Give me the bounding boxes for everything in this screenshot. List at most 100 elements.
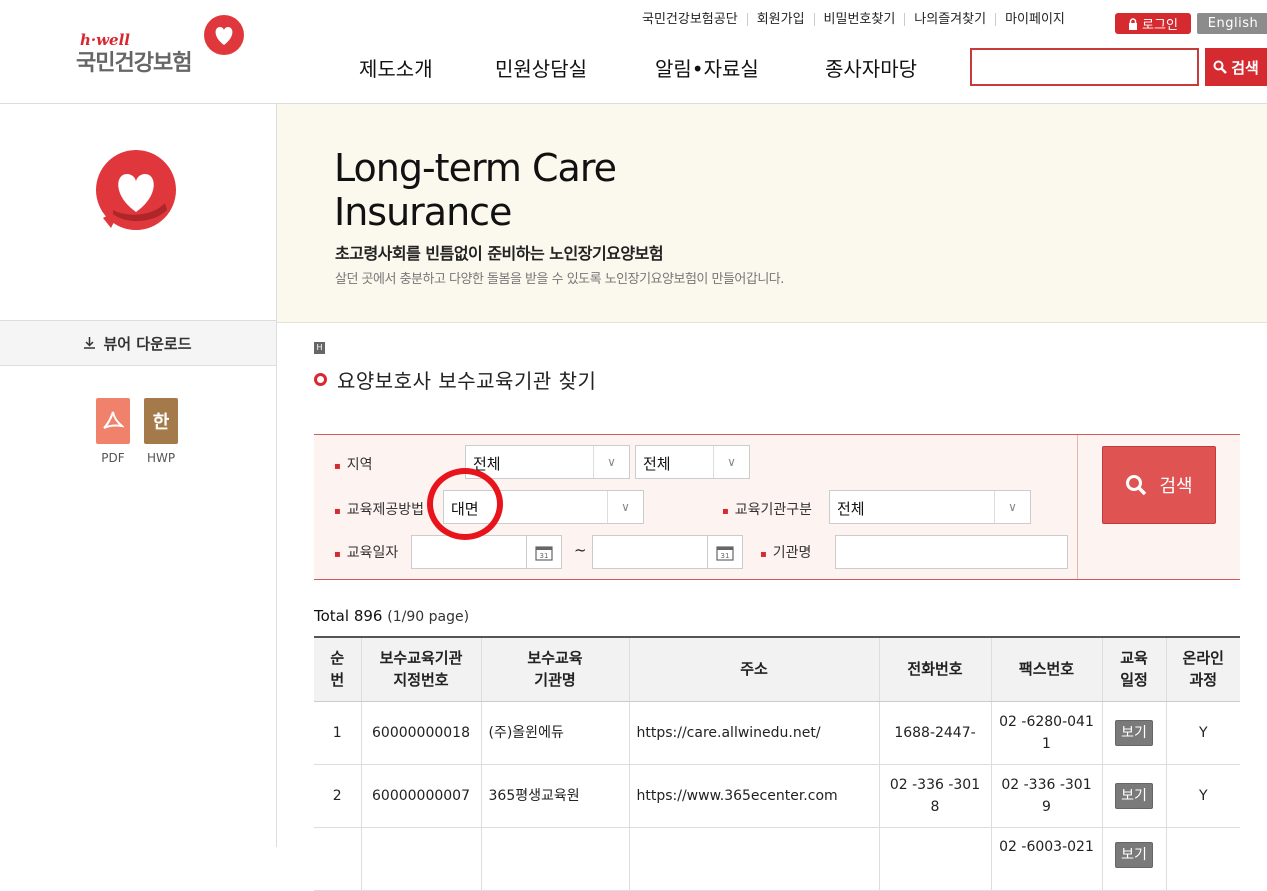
cell-address: https://www.365ecenter.com bbox=[628, 764, 879, 828]
util-link-nhis[interactable]: 국민건강보험공단 bbox=[633, 13, 748, 26]
institution-name-label: 기관명 bbox=[760, 542, 812, 562]
col-header-no: 순번 bbox=[314, 636, 361, 702]
login-label: 로그인 bbox=[1142, 18, 1178, 33]
cell-name: 365평생교육원 bbox=[480, 764, 629, 828]
nav-civil-consult[interactable]: 민원상담실 bbox=[495, 53, 587, 82]
page-indicator: (1/90 page) bbox=[387, 609, 470, 625]
date-to-input[interactable] bbox=[592, 535, 708, 569]
search-icon bbox=[1126, 475, 1147, 496]
nav-system-intro[interactable]: 제도소개 bbox=[359, 53, 433, 82]
svg-text:31: 31 bbox=[540, 552, 549, 560]
search-icon bbox=[1213, 60, 1228, 74]
lock-icon bbox=[1129, 17, 1138, 30]
date-range-separator: ~ bbox=[574, 541, 587, 559]
top-search-label: 검색 bbox=[1231, 58, 1259, 77]
date-from-input[interactable] bbox=[411, 535, 527, 569]
banner-title: Long-term Care Insurance bbox=[334, 146, 617, 234]
nav-worker-yard[interactable]: 종사자마당 bbox=[825, 53, 917, 82]
section-bullet-icon bbox=[314, 373, 327, 386]
institution-name-input[interactable] bbox=[835, 535, 1068, 569]
cell-schedule: 보기 bbox=[1101, 701, 1166, 765]
viewer-download-label: 뷰어 다운로드 bbox=[103, 334, 192, 353]
cell-fax: 02 -6280-041 1 bbox=[990, 701, 1102, 765]
util-link-signup[interactable]: 회원가입 bbox=[748, 13, 815, 26]
hwp-icon[interactable]: 한 bbox=[144, 398, 178, 444]
view-schedule-button[interactable]: 보기 bbox=[1115, 782, 1153, 809]
institution-type-select[interactable]: 전체 ∨ bbox=[829, 490, 1031, 524]
cell-phone: 1688-2447- bbox=[878, 701, 991, 765]
institution-type-label: 교육기관구분 bbox=[722, 499, 812, 519]
total-label: Total bbox=[314, 607, 350, 625]
region-select-1[interactable]: 전체 ∨ bbox=[465, 445, 630, 479]
highlight-circle-annotation bbox=[427, 468, 503, 540]
site-header: h·well 국민건강보험 국민건강보험공단 회원가입 비밀번호찾기 나의즐겨찾… bbox=[0, 0, 1267, 104]
search-button[interactable]: 검색 bbox=[1102, 446, 1216, 524]
cell-fax: 02 -6003-021 bbox=[990, 827, 1102, 891]
view-schedule-button[interactable]: 보기 bbox=[1115, 841, 1153, 868]
svg-text:31: 31 bbox=[721, 552, 730, 560]
hwp-label: HWP bbox=[146, 451, 176, 465]
util-link-find-password[interactable]: 비밀번호찾기 bbox=[815, 13, 906, 26]
english-button[interactable]: English bbox=[1197, 13, 1267, 34]
top-search-input[interactable] bbox=[970, 48, 1199, 86]
cell-online: Y bbox=[1165, 701, 1240, 765]
cell-address: https://care.allwinedu.net/ bbox=[628, 701, 879, 765]
cell-address bbox=[628, 827, 879, 891]
cell-phone: 02 -336 -301 8 bbox=[878, 764, 991, 828]
page-banner: Long-term Care Insurance 초고령사회를 빈틈없이 준비하… bbox=[277, 104, 1267, 323]
download-icon bbox=[84, 337, 96, 349]
cell-phone bbox=[878, 827, 991, 891]
cell-schedule: 보기 bbox=[1101, 764, 1166, 828]
pdf-label: PDF bbox=[101, 451, 125, 465]
cell-code: 60000000007 bbox=[360, 764, 481, 828]
chevron-down-icon: ∨ bbox=[607, 491, 643, 523]
calendar-icon[interactable]: 31 bbox=[526, 535, 562, 569]
viewer-download-bar: 뷰어 다운로드 bbox=[0, 320, 276, 366]
cell-online bbox=[1165, 827, 1240, 891]
util-link-favorites[interactable]: 나의즐겨찾기 bbox=[905, 13, 997, 26]
cell-schedule: 보기 bbox=[1101, 827, 1166, 891]
cell-code bbox=[360, 827, 481, 891]
utility-nav: 국민건강보험공단 회원가입 비밀번호찾기 나의즐겨찾기 마이페이지 bbox=[633, 13, 1074, 26]
left-sidebar: 뷰어 다운로드 PDF 한 HWP bbox=[0, 104, 277, 847]
institution-type-value: 전체 bbox=[837, 500, 865, 518]
util-link-mypage[interactable]: 마이페이지 bbox=[996, 13, 1074, 26]
cell-name: (주)올윈에듀 bbox=[480, 701, 629, 765]
cell-code: 60000000018 bbox=[360, 701, 481, 765]
login-button[interactable]: 로그인 bbox=[1115, 13, 1191, 34]
nav-notice-data[interactable]: 알림•자료실 bbox=[655, 53, 759, 82]
col-header-fax: 팩스번호 bbox=[990, 636, 1102, 702]
cell-no: 2 bbox=[314, 764, 361, 828]
cell-no bbox=[314, 827, 361, 891]
date-label: 교육일자 bbox=[334, 542, 399, 562]
table-header-row: 순번 보수교육기관 지정번호 보수교육 기관명 주소 전화번호 팩스번호 교육 일정 … bbox=[314, 636, 1240, 702]
home-icon[interactable]: H bbox=[314, 342, 325, 354]
pdf-icon[interactable] bbox=[96, 398, 130, 444]
col-header-code: 보수교육기관 지정번호 bbox=[360, 636, 481, 702]
col-header-name: 보수교육 기관명 bbox=[480, 636, 629, 702]
region-select-2[interactable]: 전체 ∨ bbox=[635, 445, 750, 479]
search-button-label: 검색 bbox=[1159, 476, 1193, 497]
site-logo[interactable]: 국민건강보험 bbox=[76, 45, 192, 77]
banner-description: 살던 곳에서 충분하고 다양한 돌봄을 받을 수 있도록 노인장기요양보험이 만… bbox=[335, 272, 784, 287]
view-schedule-button[interactable]: 보기 bbox=[1115, 719, 1153, 746]
col-header-address: 주소 bbox=[628, 636, 879, 702]
total-count: 896 bbox=[353, 607, 383, 625]
calendar-icon[interactable]: 31 bbox=[707, 535, 743, 569]
cell-name bbox=[480, 827, 629, 891]
result-total: Total 896 (1/90 page) bbox=[314, 607, 469, 625]
form-divider bbox=[1077, 435, 1078, 579]
cell-online: Y bbox=[1165, 764, 1240, 828]
col-header-schedule: 교육 일정 bbox=[1101, 636, 1166, 702]
banner-subtitle: 초고령사회를 빈틈없이 준비하는 노인장기요양보험 bbox=[335, 244, 664, 263]
method-label: 교육제공방법 bbox=[334, 499, 424, 519]
col-header-online: 온라인 과정 bbox=[1165, 636, 1240, 702]
cell-no: 1 bbox=[314, 701, 361, 765]
pdf-acrobat-icon bbox=[103, 411, 124, 429]
table-row: 1 60000000018 (주)올윈에듀 https://care.allwi… bbox=[314, 701, 1240, 765]
results-table: 순번 보수교육기관 지정번호 보수교육 기관명 주소 전화번호 팩스번호 교육 일정 … bbox=[314, 636, 1240, 891]
top-search-button[interactable]: 검색 bbox=[1205, 48, 1267, 86]
chevron-down-icon: ∨ bbox=[994, 491, 1030, 523]
chevron-down-icon: ∨ bbox=[593, 446, 629, 478]
cell-fax: 02 -336 -301 9 bbox=[990, 764, 1102, 828]
